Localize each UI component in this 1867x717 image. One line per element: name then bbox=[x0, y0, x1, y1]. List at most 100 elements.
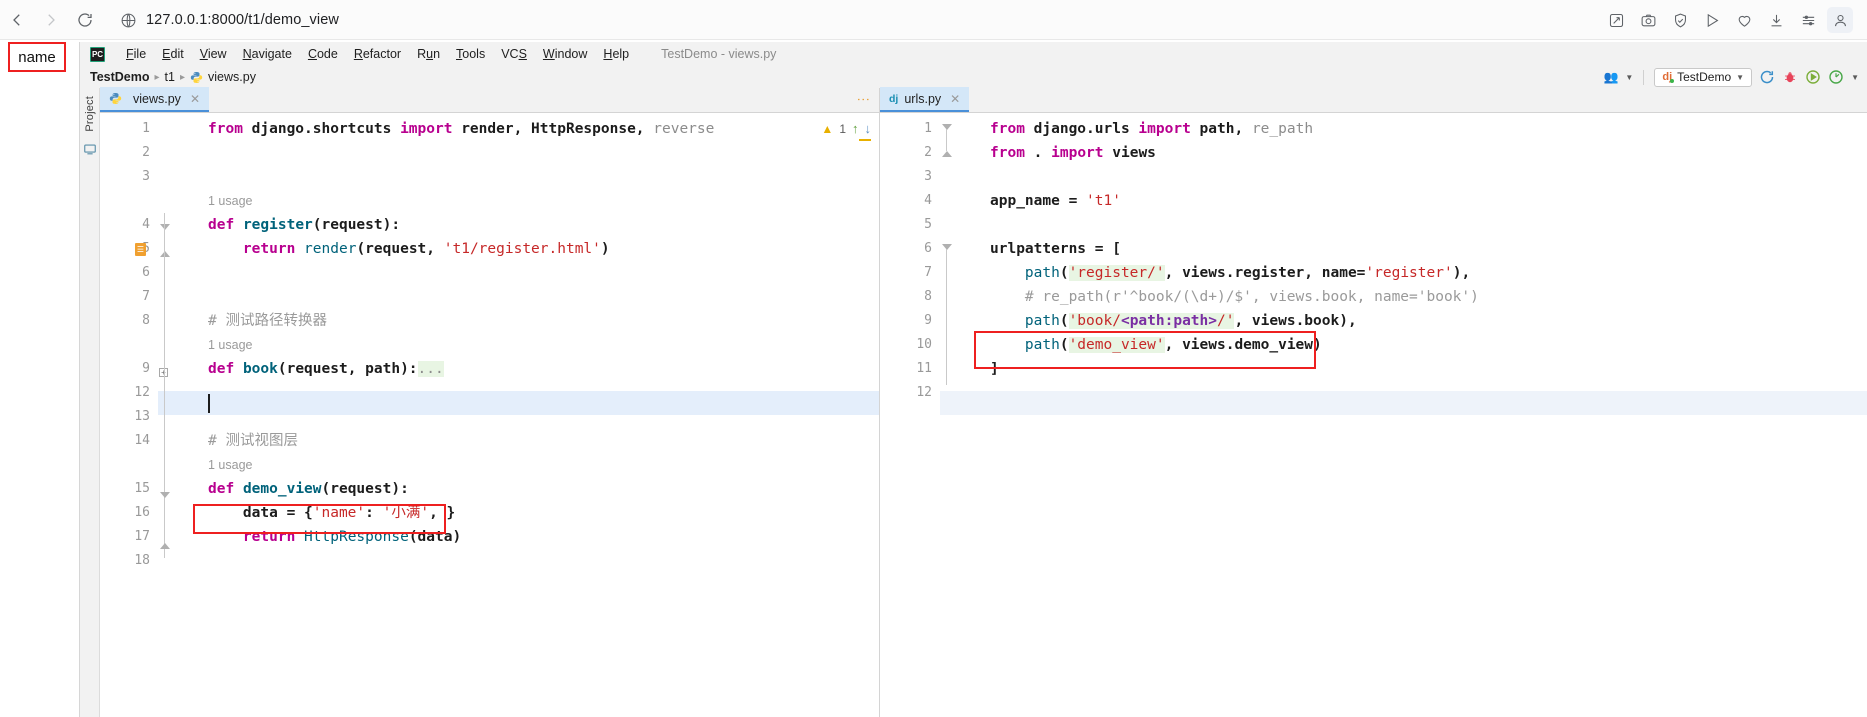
structure-icon[interactable] bbox=[83, 142, 97, 156]
line-number: 7 bbox=[142, 289, 150, 304]
address-bar[interactable]: 127.0.0.1:8000/t1/demo_view bbox=[110, 5, 1603, 35]
prev-problem-icon[interactable]: ↑ bbox=[852, 121, 859, 136]
code-line-r9: path('book/<path:path>/', views.book), bbox=[1024, 313, 1357, 329]
edit-collect-icon[interactable] bbox=[1603, 7, 1629, 33]
sidebar-item-project[interactable]: Project bbox=[84, 96, 96, 132]
usage-hint-3[interactable]: 1 usage bbox=[208, 453, 252, 477]
toolbar-chevron-down-icon[interactable]: ▼ bbox=[1851, 73, 1859, 82]
menu-item-edit[interactable]: Edit bbox=[154, 45, 192, 63]
editor-pane-views: views.py ✕ ⋮ 1 2 3 4 5 6 7 8 9 12 13 14 … bbox=[100, 87, 880, 717]
tab-close-icon-right[interactable]: ✕ bbox=[950, 92, 960, 106]
send-icon[interactable] bbox=[1699, 7, 1725, 33]
line-number: 10 bbox=[916, 337, 932, 352]
line-number: 15 bbox=[134, 481, 150, 496]
django-icon: dj bbox=[1662, 71, 1674, 83]
menu-item-file[interactable]: File bbox=[118, 45, 154, 63]
code-line-17: return HttpResponse(data) bbox=[242, 529, 462, 545]
share-chevron-down-icon[interactable]: ▼ bbox=[1625, 73, 1633, 82]
warning-count: 1 bbox=[839, 121, 846, 136]
tab-close-icon[interactable]: ✕ bbox=[190, 92, 200, 106]
line-number: 16 bbox=[134, 505, 150, 520]
menu-item-view[interactable]: View bbox=[192, 45, 235, 63]
line-number: 8 bbox=[924, 289, 932, 304]
code-line-4: def register(request): bbox=[208, 217, 401, 233]
line-number-gutter-left: 1 2 3 4 5 6 7 8 9 12 13 14 15 16 17 18 ☰ bbox=[100, 113, 158, 717]
browser-reload-button[interactable] bbox=[68, 3, 102, 37]
html-template-marker-icon[interactable]: ☰ bbox=[135, 243, 146, 256]
editor-options-icon[interactable]: ⋮ bbox=[856, 93, 871, 106]
django-file-icon: dj bbox=[889, 92, 899, 105]
window-title: TestDemo - views.py bbox=[661, 47, 777, 61]
menu-item-window[interactable]: Window bbox=[535, 45, 595, 63]
python-file-icon-tab bbox=[109, 92, 122, 105]
shield-icon[interactable] bbox=[1667, 7, 1693, 33]
run-config-chevron-down-icon[interactable]: ▼ bbox=[1736, 73, 1744, 82]
editor-tabbar-right: dj urls.py ✕ bbox=[880, 87, 1867, 113]
ide-toolbar-right: 👥 ▼ dj TestDemo ▼ ▼ bbox=[1603, 66, 1859, 88]
line-number: 4 bbox=[142, 217, 150, 232]
menu-item-run[interactable]: Run bbox=[409, 45, 448, 63]
line-number: 18 bbox=[134, 553, 150, 568]
editor-tabbar-left: views.py ✕ ⋮ bbox=[100, 87, 879, 113]
text-caret bbox=[208, 394, 210, 413]
breadcrumb-project[interactable]: TestDemo bbox=[90, 70, 150, 84]
pycharm-window: PC File Edit View Navigate Code Refactor… bbox=[79, 42, 1867, 717]
menu-file-rest: ile bbox=[133, 47, 147, 61]
run-configuration-selector[interactable]: dj TestDemo ▼ bbox=[1654, 67, 1753, 87]
line-number: 14 bbox=[134, 433, 150, 448]
screenshot-icon[interactable] bbox=[1635, 7, 1661, 33]
pycharm-logo-icon: PC bbox=[90, 46, 105, 62]
tab-views-py[interactable]: views.py ✕ bbox=[100, 87, 209, 112]
line-number: 6 bbox=[142, 265, 150, 280]
left-tool-window-strip: Project bbox=[80, 88, 100, 717]
code-line-15: def demo_view(request): bbox=[208, 481, 409, 497]
inspection-marker bbox=[859, 139, 871, 141]
line-number: 1 bbox=[924, 121, 932, 136]
code-line-r8: # re_path(r'^book/(\d+)/$', views.book, … bbox=[990, 289, 1479, 305]
menu-item-tools[interactable]: Tools bbox=[448, 45, 493, 63]
heart-icon[interactable] bbox=[1731, 7, 1757, 33]
code-line-r6: urlpatterns = [ bbox=[990, 241, 1121, 257]
rerun-icon[interactable] bbox=[1759, 69, 1775, 85]
menu-bar: PC File Edit View Navigate Code Refactor… bbox=[80, 42, 1867, 66]
tab-urls-py[interactable]: dj urls.py ✕ bbox=[880, 87, 970, 112]
line-number: 1 bbox=[142, 121, 150, 136]
code-text-left[interactable]: from django.shortcuts import render, Htt… bbox=[158, 113, 879, 717]
line-number: 9 bbox=[142, 361, 150, 376]
line-number: 8 bbox=[142, 313, 150, 328]
line-number: 12 bbox=[134, 385, 150, 400]
run-icon[interactable] bbox=[1805, 69, 1821, 85]
menu-item-code[interactable]: Code bbox=[300, 45, 346, 63]
profiler-icon[interactable] bbox=[1828, 69, 1844, 85]
run-configuration-name: TestDemo bbox=[1677, 70, 1732, 84]
share-icon[interactable]: 👥 bbox=[1603, 70, 1618, 84]
usage-hint-1[interactable]: 1 usage bbox=[208, 189, 252, 213]
browser-forward-button[interactable] bbox=[34, 3, 68, 37]
browser-back-button[interactable] bbox=[0, 3, 34, 37]
menu-item-help[interactable]: Help bbox=[595, 45, 637, 63]
code-line-8: # 测试路径转换器 bbox=[208, 313, 327, 329]
code-view-right[interactable]: 1 2 3 4 5 6 7 8 9 10 11 12 from django.u… bbox=[880, 113, 1867, 717]
code-text-right[interactable]: from django.urls import path, re_path fr… bbox=[940, 113, 1867, 717]
next-problem-icon[interactable]: ↓ bbox=[865, 121, 872, 136]
breadcrumb-file[interactable]: views.py bbox=[208, 70, 256, 84]
download-icon[interactable] bbox=[1763, 7, 1789, 33]
menu-item-refactor[interactable]: Refactor bbox=[346, 45, 409, 63]
menu-item-vcs[interactable]: VCS bbox=[493, 45, 535, 63]
code-line-r10: path('demo_view', views.demo_view) bbox=[1024, 337, 1322, 353]
inspection-widget[interactable]: ▲ 1 ↑ ↓ bbox=[821, 121, 871, 136]
profile-icon[interactable] bbox=[1827, 7, 1853, 33]
python-file-icon bbox=[190, 71, 203, 84]
breadcrumb-folder[interactable]: t1 bbox=[165, 70, 175, 84]
debug-icon[interactable] bbox=[1782, 69, 1798, 85]
settings-sliders-icon[interactable] bbox=[1795, 7, 1821, 33]
usage-hint-2[interactable]: 1 usage bbox=[208, 333, 252, 357]
line-number: 2 bbox=[142, 145, 150, 160]
breadcrumb-separator-2: ▸ bbox=[179, 71, 186, 83]
annotation-name-callout: name bbox=[8, 42, 66, 72]
menu-item-navigate[interactable]: Navigate bbox=[235, 45, 300, 63]
warning-triangle-icon: ▲ bbox=[821, 121, 834, 136]
breadcrumb-bar: TestDemo ▸ t1 ▸ views.py 👥 ▼ dj TestDemo… bbox=[80, 66, 1867, 88]
browser-toolbar: 127.0.0.1:8000/t1/demo_view bbox=[0, 0, 1867, 40]
code-view-left[interactable]: 1 2 3 4 5 6 7 8 9 12 13 14 15 16 17 18 ☰… bbox=[100, 113, 879, 717]
